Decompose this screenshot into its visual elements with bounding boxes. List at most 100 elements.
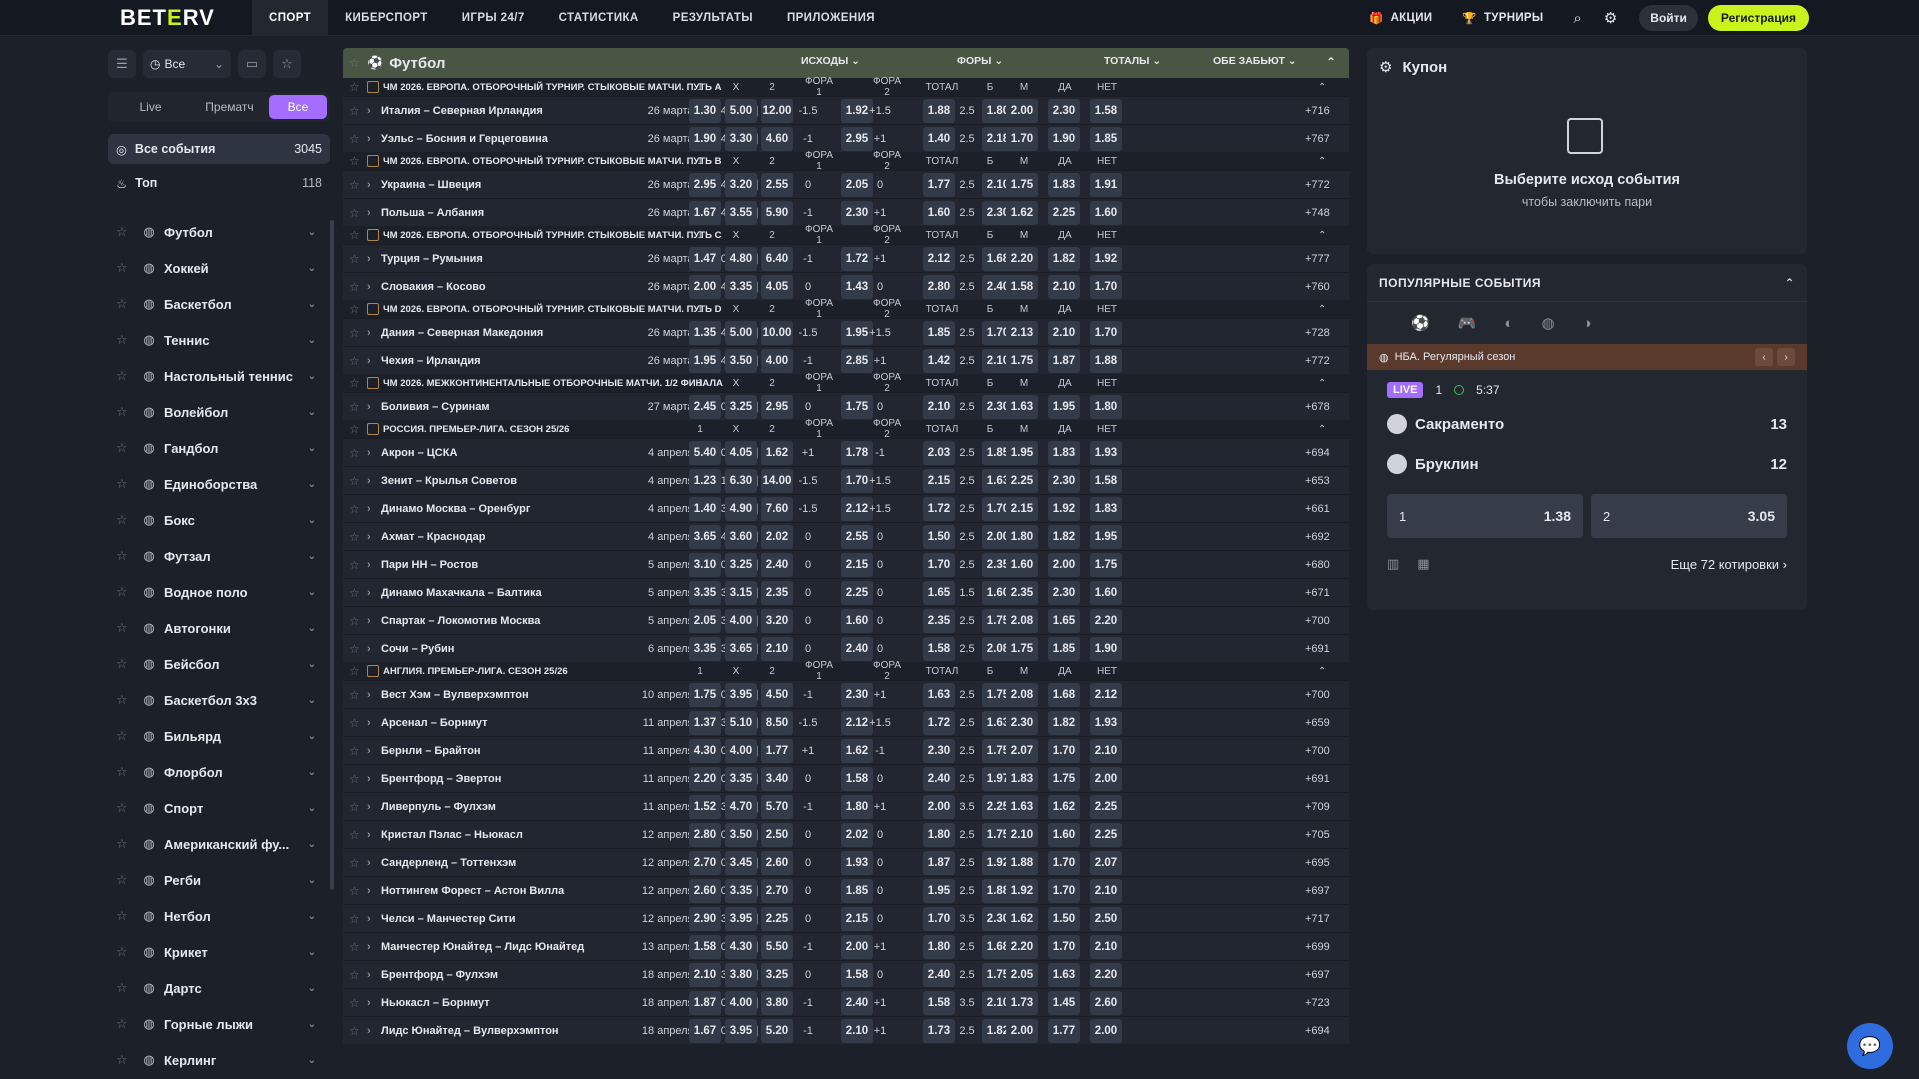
- star-icon[interactable]: ☆: [116, 980, 138, 996]
- match-row[interactable]: ☆›Боливия – Суринам27 марта в 01:002.453…: [343, 392, 1349, 420]
- match-row[interactable]: ☆ › Бернли – Брайтон 11 апреля в 17:00 4.30 4…: [343, 736, 1349, 764]
- chat-icon[interactable]: 💬: [1847, 1023, 1893, 1069]
- chevron-down-icon[interactable]: ⌄: [308, 803, 316, 814]
- odd-button[interactable]: 1.30: [689, 99, 721, 123]
- mode-prematch[interactable]: Прематч: [190, 95, 269, 119]
- more-markets[interactable]: +697: [1305, 969, 1330, 981]
- odd-button[interactable]: 2.25: [1006, 469, 1038, 493]
- star-icon[interactable]: ☆: [349, 772, 367, 786]
- odd-button[interactable]: 2.30: [1006, 711, 1038, 735]
- star-icon[interactable]: ☆: [349, 178, 367, 192]
- chevron-down-icon[interactable]: ⌄: [308, 515, 316, 526]
- group-totals[interactable]: ТОТАЛЫ ⌄: [1104, 55, 1161, 67]
- top-events[interactable]: ♨ Топ 118: [108, 168, 330, 198]
- more-markets[interactable]: +767: [1305, 133, 1330, 145]
- odd-button[interactable]: 3.35: [689, 581, 721, 605]
- odd-button[interactable]: 4.00: [761, 349, 793, 373]
- chevron-right-icon[interactable]: ›: [367, 643, 381, 655]
- sidebar-sport-item[interactable]: ☆ ◍ Автогонки ⌄: [108, 610, 330, 646]
- sidebar-sport-item[interactable]: ☆ ◍ Футбол ⌄: [108, 214, 330, 250]
- star-icon[interactable]: ☆: [349, 56, 367, 70]
- chevron-down-icon[interactable]: ⌄: [308, 875, 316, 886]
- odd-button[interactable]: 3.95: [725, 683, 757, 707]
- chevron-down-icon[interactable]: ⌄: [308, 299, 316, 310]
- odd-button[interactable]: 6.40: [761, 247, 793, 271]
- star-icon[interactable]: ☆: [349, 228, 367, 242]
- odd-button[interactable]: 1.87: [1048, 349, 1080, 373]
- star-icon[interactable]: ☆: [349, 474, 367, 488]
- odd-button[interactable]: 1.67: [689, 201, 721, 225]
- promo-link[interactable]: 🎁 АКЦИИ: [1369, 11, 1432, 25]
- star-icon[interactable]: ☆: [349, 558, 367, 572]
- login-button[interactable]: Войти: [1639, 5, 1698, 31]
- odd-button[interactable]: 3.55: [725, 201, 757, 225]
- star-icon[interactable]: ☆: [116, 404, 138, 420]
- star-icon[interactable]: ☆: [116, 1016, 138, 1032]
- chevron-down-icon[interactable]: ⌄: [308, 263, 316, 274]
- odd-button[interactable]: 2.30: [1048, 581, 1080, 605]
- match-row[interactable]: ☆›Турция – Румыния26 марта в 19:001.474.…: [343, 244, 1349, 272]
- odd-button[interactable]: 1.58: [1090, 469, 1122, 493]
- odd-button[interactable]: 1.75: [1090, 553, 1122, 577]
- odd-button[interactable]: 12.00: [761, 99, 793, 123]
- odd-button[interactable]: 2.05: [689, 609, 721, 633]
- odd-button[interactable]: 3.15: [725, 581, 757, 605]
- sidebar-sport-item[interactable]: ☆ ◍ Водное поло ⌄: [108, 574, 330, 610]
- odd-button[interactable]: 2.10: [1090, 879, 1122, 903]
- odd-button[interactable]: 1.70: [923, 553, 955, 577]
- odd-button[interactable]: 1.62: [1006, 201, 1038, 225]
- sidebar-sport-item[interactable]: ☆ ◍ Единоборства ⌄: [108, 466, 330, 502]
- chevron-down-icon[interactable]: ⌄: [308, 947, 316, 958]
- next-arrow-icon[interactable]: ›: [1777, 348, 1795, 366]
- chevron-down-icon[interactable]: ⌄: [308, 1019, 316, 1030]
- star-icon[interactable]: ☆: [116, 224, 138, 240]
- odd-button[interactable]: 2.95: [761, 395, 793, 419]
- nav-results[interactable]: РЕЗУЛЬТАТЫ: [656, 0, 770, 36]
- odd-button[interactable]: 2.35: [923, 609, 955, 633]
- chevron-down-icon[interactable]: ⌄: [308, 407, 316, 418]
- star-icon[interactable]: ☆: [349, 968, 367, 982]
- odd-button[interactable]: 1.82: [1048, 711, 1080, 735]
- sidebar-sport-item[interactable]: ☆ ◍ Флорбол ⌄: [108, 754, 330, 790]
- league-row[interactable]: ☆ ЧМ 2026. МЕЖКОНТИНЕНТАЛЬНЫЕ ОТБОРОЧНЫЕ …: [343, 372, 1349, 394]
- more-markets[interactable]: +695: [1305, 857, 1330, 869]
- star-icon[interactable]: ☆: [349, 252, 367, 266]
- odd-button[interactable]: 1.83: [1006, 767, 1038, 791]
- more-markets[interactable]: +700: [1305, 745, 1330, 757]
- star-icon[interactable]: ☆: [349, 800, 367, 814]
- star-icon[interactable]: ☆: [116, 548, 138, 564]
- odd-button[interactable]: 1.63: [923, 683, 955, 707]
- odd-button[interactable]: 2.10: [1048, 275, 1080, 299]
- more-markets[interactable]: +694: [1305, 1025, 1330, 1037]
- odd-button[interactable]: 5.50: [761, 935, 793, 959]
- match-row[interactable]: ☆›Динамо Москва – Оренбург4 апреля в 17:…: [343, 494, 1349, 522]
- match-row[interactable]: ☆›Ахмат – Краснодар4 апреля в 19:453.653…: [343, 522, 1349, 550]
- sidebar-sport-item[interactable]: ☆ ◍ Бокс ⌄: [108, 502, 330, 538]
- star-icon[interactable]: ☆: [116, 260, 138, 276]
- odd-button[interactable]: 1.70: [1048, 879, 1080, 903]
- odd-button[interactable]: 1.83: [1048, 441, 1080, 465]
- odd-button[interactable]: 4.00: [725, 991, 757, 1015]
- star-icon[interactable]: ☆: [349, 354, 367, 368]
- odd-button[interactable]: 1.70: [1090, 321, 1122, 345]
- odd-button[interactable]: 3.65: [725, 637, 757, 661]
- star-icon[interactable]: ☆: [116, 764, 138, 780]
- chevron-right-icon[interactable]: ›: [367, 773, 381, 785]
- chevron-up-icon[interactable]: ⌃: [1318, 156, 1326, 167]
- odd-button[interactable]: 2.10: [761, 637, 793, 661]
- odd-button[interactable]: 4.90: [725, 497, 757, 521]
- chevron-right-icon[interactable]: ›: [367, 885, 381, 897]
- more-markets[interactable]: +760: [1305, 281, 1330, 293]
- star-icon[interactable]: ☆: [349, 828, 367, 842]
- odd-button[interactable]: 2.05: [1006, 963, 1038, 987]
- odd-button[interactable]: 2.13: [1006, 321, 1038, 345]
- odd-button[interactable]: 3.50: [725, 823, 757, 847]
- odd-button[interactable]: 2.08: [1006, 609, 1038, 633]
- odd-button[interactable]: 1.85: [1048, 637, 1080, 661]
- odd-button[interactable]: 3.25: [761, 963, 793, 987]
- odd-button[interactable]: 1.65: [923, 581, 955, 605]
- match-row[interactable]: ☆ › Ньюкасл – Борнмут 18 апреля в 17:00 1.87…: [343, 988, 1349, 1016]
- odd-button[interactable]: 1.95: [1048, 395, 1080, 419]
- odd-button[interactable]: 3.45: [725, 851, 757, 875]
- chevron-right-icon[interactable]: ›: [367, 801, 381, 813]
